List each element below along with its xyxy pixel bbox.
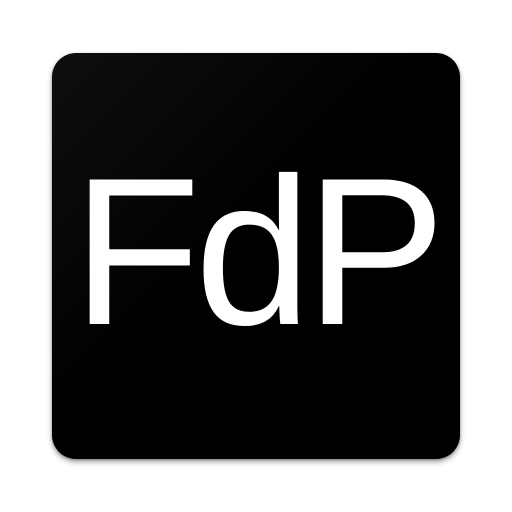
app-icon-monogram: FdP (72, 134, 445, 369)
icon-stage: FdP (0, 0, 512, 512)
app-icon[interactable]: FdP (52, 53, 460, 459)
